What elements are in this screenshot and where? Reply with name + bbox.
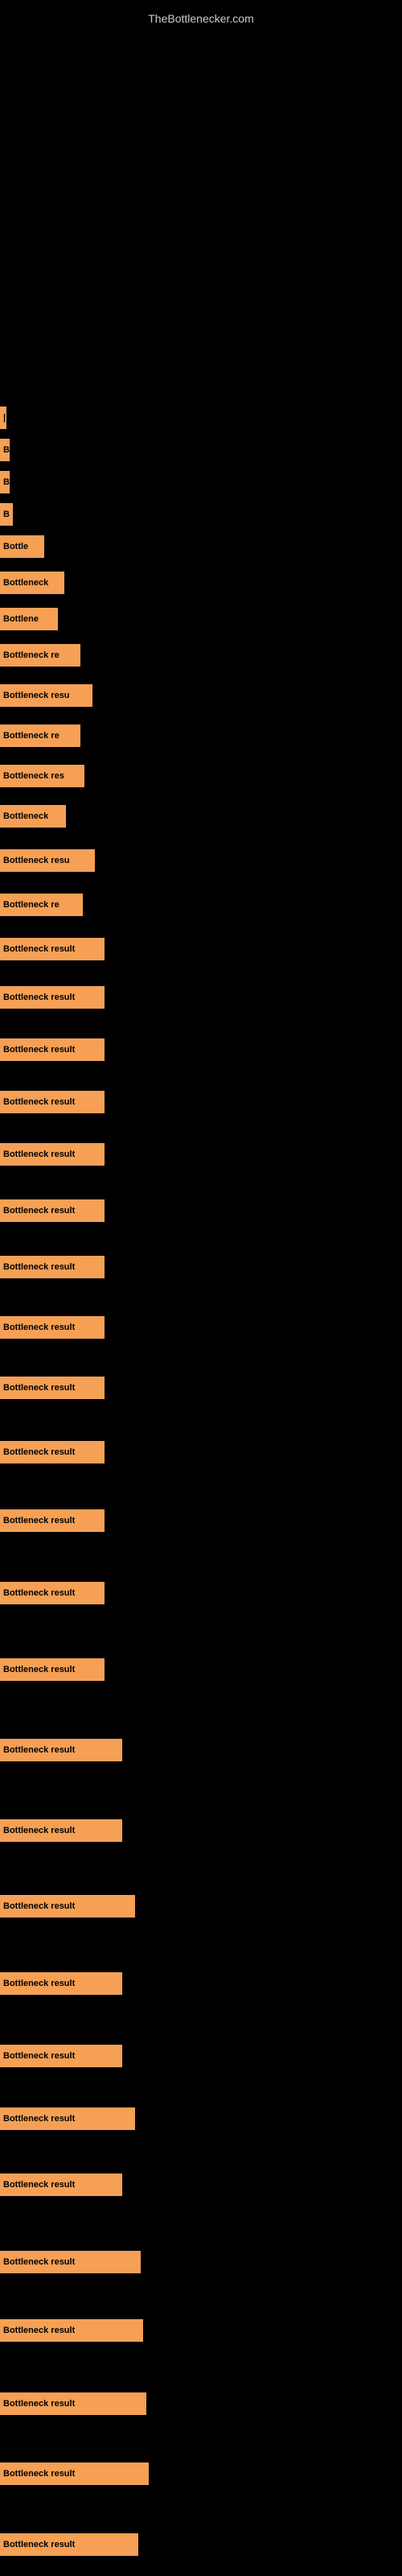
bar-11-label: Bottleneck res	[3, 771, 64, 781]
bar-18: Bottleneck result	[0, 1091, 105, 1113]
bar-4: B	[0, 503, 13, 526]
bar-38: Bottleneck result	[0, 2462, 149, 2485]
site-title: TheBottlenecker.com	[148, 4, 254, 29]
bar-16: Bottleneck result	[0, 986, 105, 1009]
bar-5: Bottle	[0, 535, 44, 558]
bar-22-label: Bottleneck result	[3, 1323, 75, 1332]
bar-22: Bottleneck result	[0, 1316, 105, 1339]
bar-27: Bottleneck result	[0, 1658, 105, 1681]
bar-31: Bottleneck result	[0, 1972, 122, 1995]
bar-25-label: Bottleneck result	[3, 1516, 75, 1525]
bar-8: Bottleneck re	[0, 644, 80, 667]
bar-4-label: B	[3, 510, 10, 519]
bar-36: Bottleneck result	[0, 2319, 143, 2342]
bar-13: Bottleneck resu	[0, 849, 95, 872]
bar-11: Bottleneck res	[0, 765, 84, 787]
bar-1-label: |	[3, 413, 6, 423]
bar-14-label: Bottleneck re	[3, 900, 59, 910]
bar-15: Bottleneck result	[0, 938, 105, 960]
bar-18-label: Bottleneck result	[3, 1097, 75, 1107]
bar-9: Bottleneck resu	[0, 684, 92, 707]
bar-26-label: Bottleneck result	[3, 1588, 75, 1598]
bar-6-label: Bottleneck	[3, 578, 48, 588]
bar-7-label: Bottlene	[3, 614, 39, 624]
bar-8-label: Bottleneck re	[3, 650, 59, 660]
bar-30-label: Bottleneck result	[3, 1901, 75, 1911]
bar-23: Bottleneck result	[0, 1377, 105, 1399]
bar-6: Bottleneck	[0, 572, 64, 594]
bar-17-label: Bottleneck result	[3, 1045, 75, 1055]
bar-17: Bottleneck result	[0, 1038, 105, 1061]
bar-20-label: Bottleneck result	[3, 1206, 75, 1216]
bar-2-label: B	[3, 445, 10, 455]
bar-32: Bottleneck result	[0, 2045, 122, 2067]
bar-35-label: Bottleneck result	[3, 2257, 75, 2267]
bar-38-label: Bottleneck result	[3, 2469, 75, 2479]
bar-12-label: Bottleneck	[3, 811, 48, 821]
bar-27-label: Bottleneck result	[3, 1665, 75, 1674]
bar-12: Bottleneck	[0, 805, 66, 828]
bar-32-label: Bottleneck result	[3, 2051, 75, 2061]
bar-9-label: Bottleneck resu	[3, 691, 70, 700]
bar-1: |	[0, 407, 6, 429]
bar-37-label: Bottleneck result	[3, 2399, 75, 2409]
bar-10-label: Bottleneck re	[3, 731, 59, 741]
bar-10: Bottleneck re	[0, 724, 80, 747]
bar-33-label: Bottleneck result	[3, 2114, 75, 2124]
bar-7: Bottlene	[0, 608, 58, 630]
bar-19: Bottleneck result	[0, 1143, 105, 1166]
bar-36-label: Bottleneck result	[3, 2326, 75, 2335]
bar-31-label: Bottleneck result	[3, 1979, 75, 1988]
bar-26: Bottleneck result	[0, 1582, 105, 1604]
bar-3-label: B	[3, 477, 10, 487]
bar-39-label: Bottleneck result	[3, 2540, 75, 2549]
bar-34: Bottleneck result	[0, 2174, 122, 2196]
bar-34-label: Bottleneck result	[3, 2180, 75, 2190]
bar-39: Bottleneck result	[0, 2533, 138, 2556]
bar-30: Bottleneck result	[0, 1895, 135, 1918]
bar-13-label: Bottleneck resu	[3, 856, 70, 865]
bar-15-label: Bottleneck result	[3, 944, 75, 954]
bar-23-label: Bottleneck result	[3, 1383, 75, 1393]
bar-37: Bottleneck result	[0, 2392, 146, 2415]
bar-3: B	[0, 471, 10, 493]
bar-19-label: Bottleneck result	[3, 1150, 75, 1159]
bar-28: Bottleneck result	[0, 1739, 122, 1761]
bar-20: Bottleneck result	[0, 1199, 105, 1222]
bar-24: Bottleneck result	[0, 1441, 105, 1463]
bar-33: Bottleneck result	[0, 2107, 135, 2130]
bar-35: Bottleneck result	[0, 2251, 141, 2273]
bar-2: B	[0, 439, 10, 461]
bar-29: Bottleneck result	[0, 1819, 122, 1842]
bar-21: Bottleneck result	[0, 1256, 105, 1278]
bar-24-label: Bottleneck result	[3, 1447, 75, 1457]
bar-28-label: Bottleneck result	[3, 1745, 75, 1755]
bar-16-label: Bottleneck result	[3, 993, 75, 1002]
bar-29-label: Bottleneck result	[3, 1826, 75, 1835]
bar-5-label: Bottle	[3, 542, 28, 551]
bar-21-label: Bottleneck result	[3, 1262, 75, 1272]
bar-25: Bottleneck result	[0, 1509, 105, 1532]
bar-14: Bottleneck re	[0, 894, 83, 916]
